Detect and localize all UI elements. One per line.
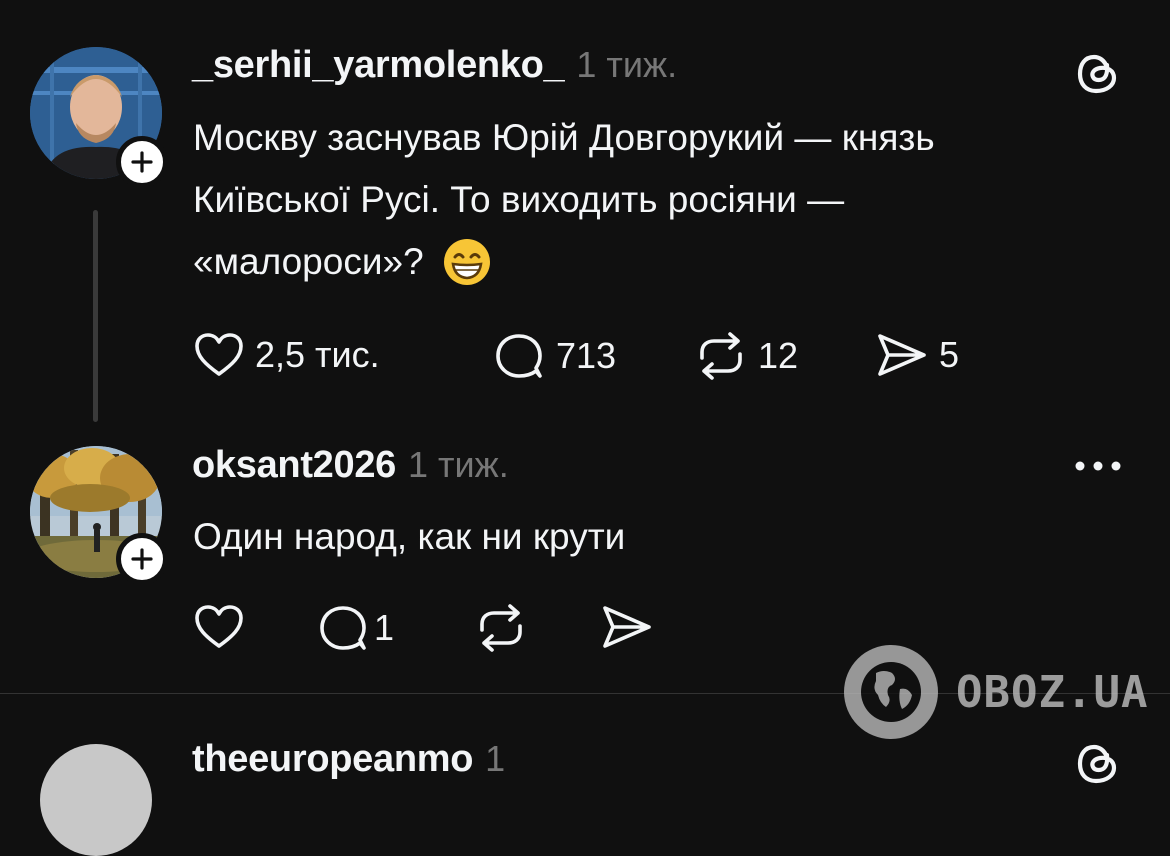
threads-icon[interactable] <box>1074 50 1122 103</box>
post-text-line: Київської Русі. То виходить росіяни — <box>193 179 845 220</box>
post-text: Москву заснував Юрій Довгорукий — князь … <box>193 107 935 293</box>
like-button[interactable] <box>193 603 255 651</box>
username[interactable]: _serhii_yarmolenko_ <box>192 44 565 87</box>
avatar[interactable] <box>40 744 152 856</box>
more-dots-icon[interactable] <box>1072 458 1124 479</box>
post-header: oksant2026 1 тиж. <box>192 444 509 487</box>
share-button[interactable]: 5 <box>875 331 959 379</box>
comment-icon <box>496 334 542 378</box>
repost-button[interactable] <box>474 603 528 653</box>
grinning-emoji-icon <box>443 239 490 285</box>
follow-button[interactable] <box>116 533 168 585</box>
plus-icon <box>131 151 153 173</box>
follow-button[interactable] <box>116 136 168 188</box>
heart-icon <box>195 333 243 376</box>
post-text-line: Москву заснував Юрій Довгорукий — князь <box>193 117 935 158</box>
watermark: OBOZ.UA <box>842 643 1148 741</box>
like-count: 2,5 тис. <box>255 334 380 375</box>
repost-icon <box>700 332 742 380</box>
post-header: theeuropeanmo 1 <box>192 738 505 781</box>
thread-line <box>93 210 98 422</box>
watermark-text: OBOZ.UA <box>956 666 1149 718</box>
globe-icon <box>844 645 938 739</box>
reply-button[interactable]: 713 <box>494 331 616 381</box>
repost-icon <box>480 604 522 652</box>
timestamp[interactable]: 1 тиж. <box>576 44 677 86</box>
like-button[interactable]: 2,5 тис. <box>193 331 380 379</box>
comment-icon <box>320 606 366 650</box>
post-header: _serhii_yarmolenko_ 1 тиж. <box>192 44 677 87</box>
share-button[interactable] <box>600 603 654 651</box>
share-count: 5 <box>939 334 960 375</box>
post-text: Один народ, как ни крути <box>193 516 626 557</box>
send-icon <box>603 606 651 648</box>
repost-button[interactable]: 12 <box>694 331 798 381</box>
reply-count: 713 <box>556 335 617 376</box>
plus-icon <box>131 548 153 570</box>
timestamp[interactable]: 1 <box>485 738 505 780</box>
username[interactable]: oksant2026 <box>192 444 396 487</box>
send-icon <box>878 334 926 376</box>
heart-icon <box>195 605 243 648</box>
timestamp[interactable]: 1 тиж. <box>408 444 509 486</box>
post-text-line: «малороси»? <box>193 241 424 282</box>
threads-icon[interactable] <box>1074 740 1122 793</box>
reply-count: 1 <box>374 607 395 648</box>
repost-count: 12 <box>758 335 799 376</box>
username[interactable]: theeuropeanmo <box>192 738 473 781</box>
reply-button[interactable]: 1 <box>318 603 394 653</box>
